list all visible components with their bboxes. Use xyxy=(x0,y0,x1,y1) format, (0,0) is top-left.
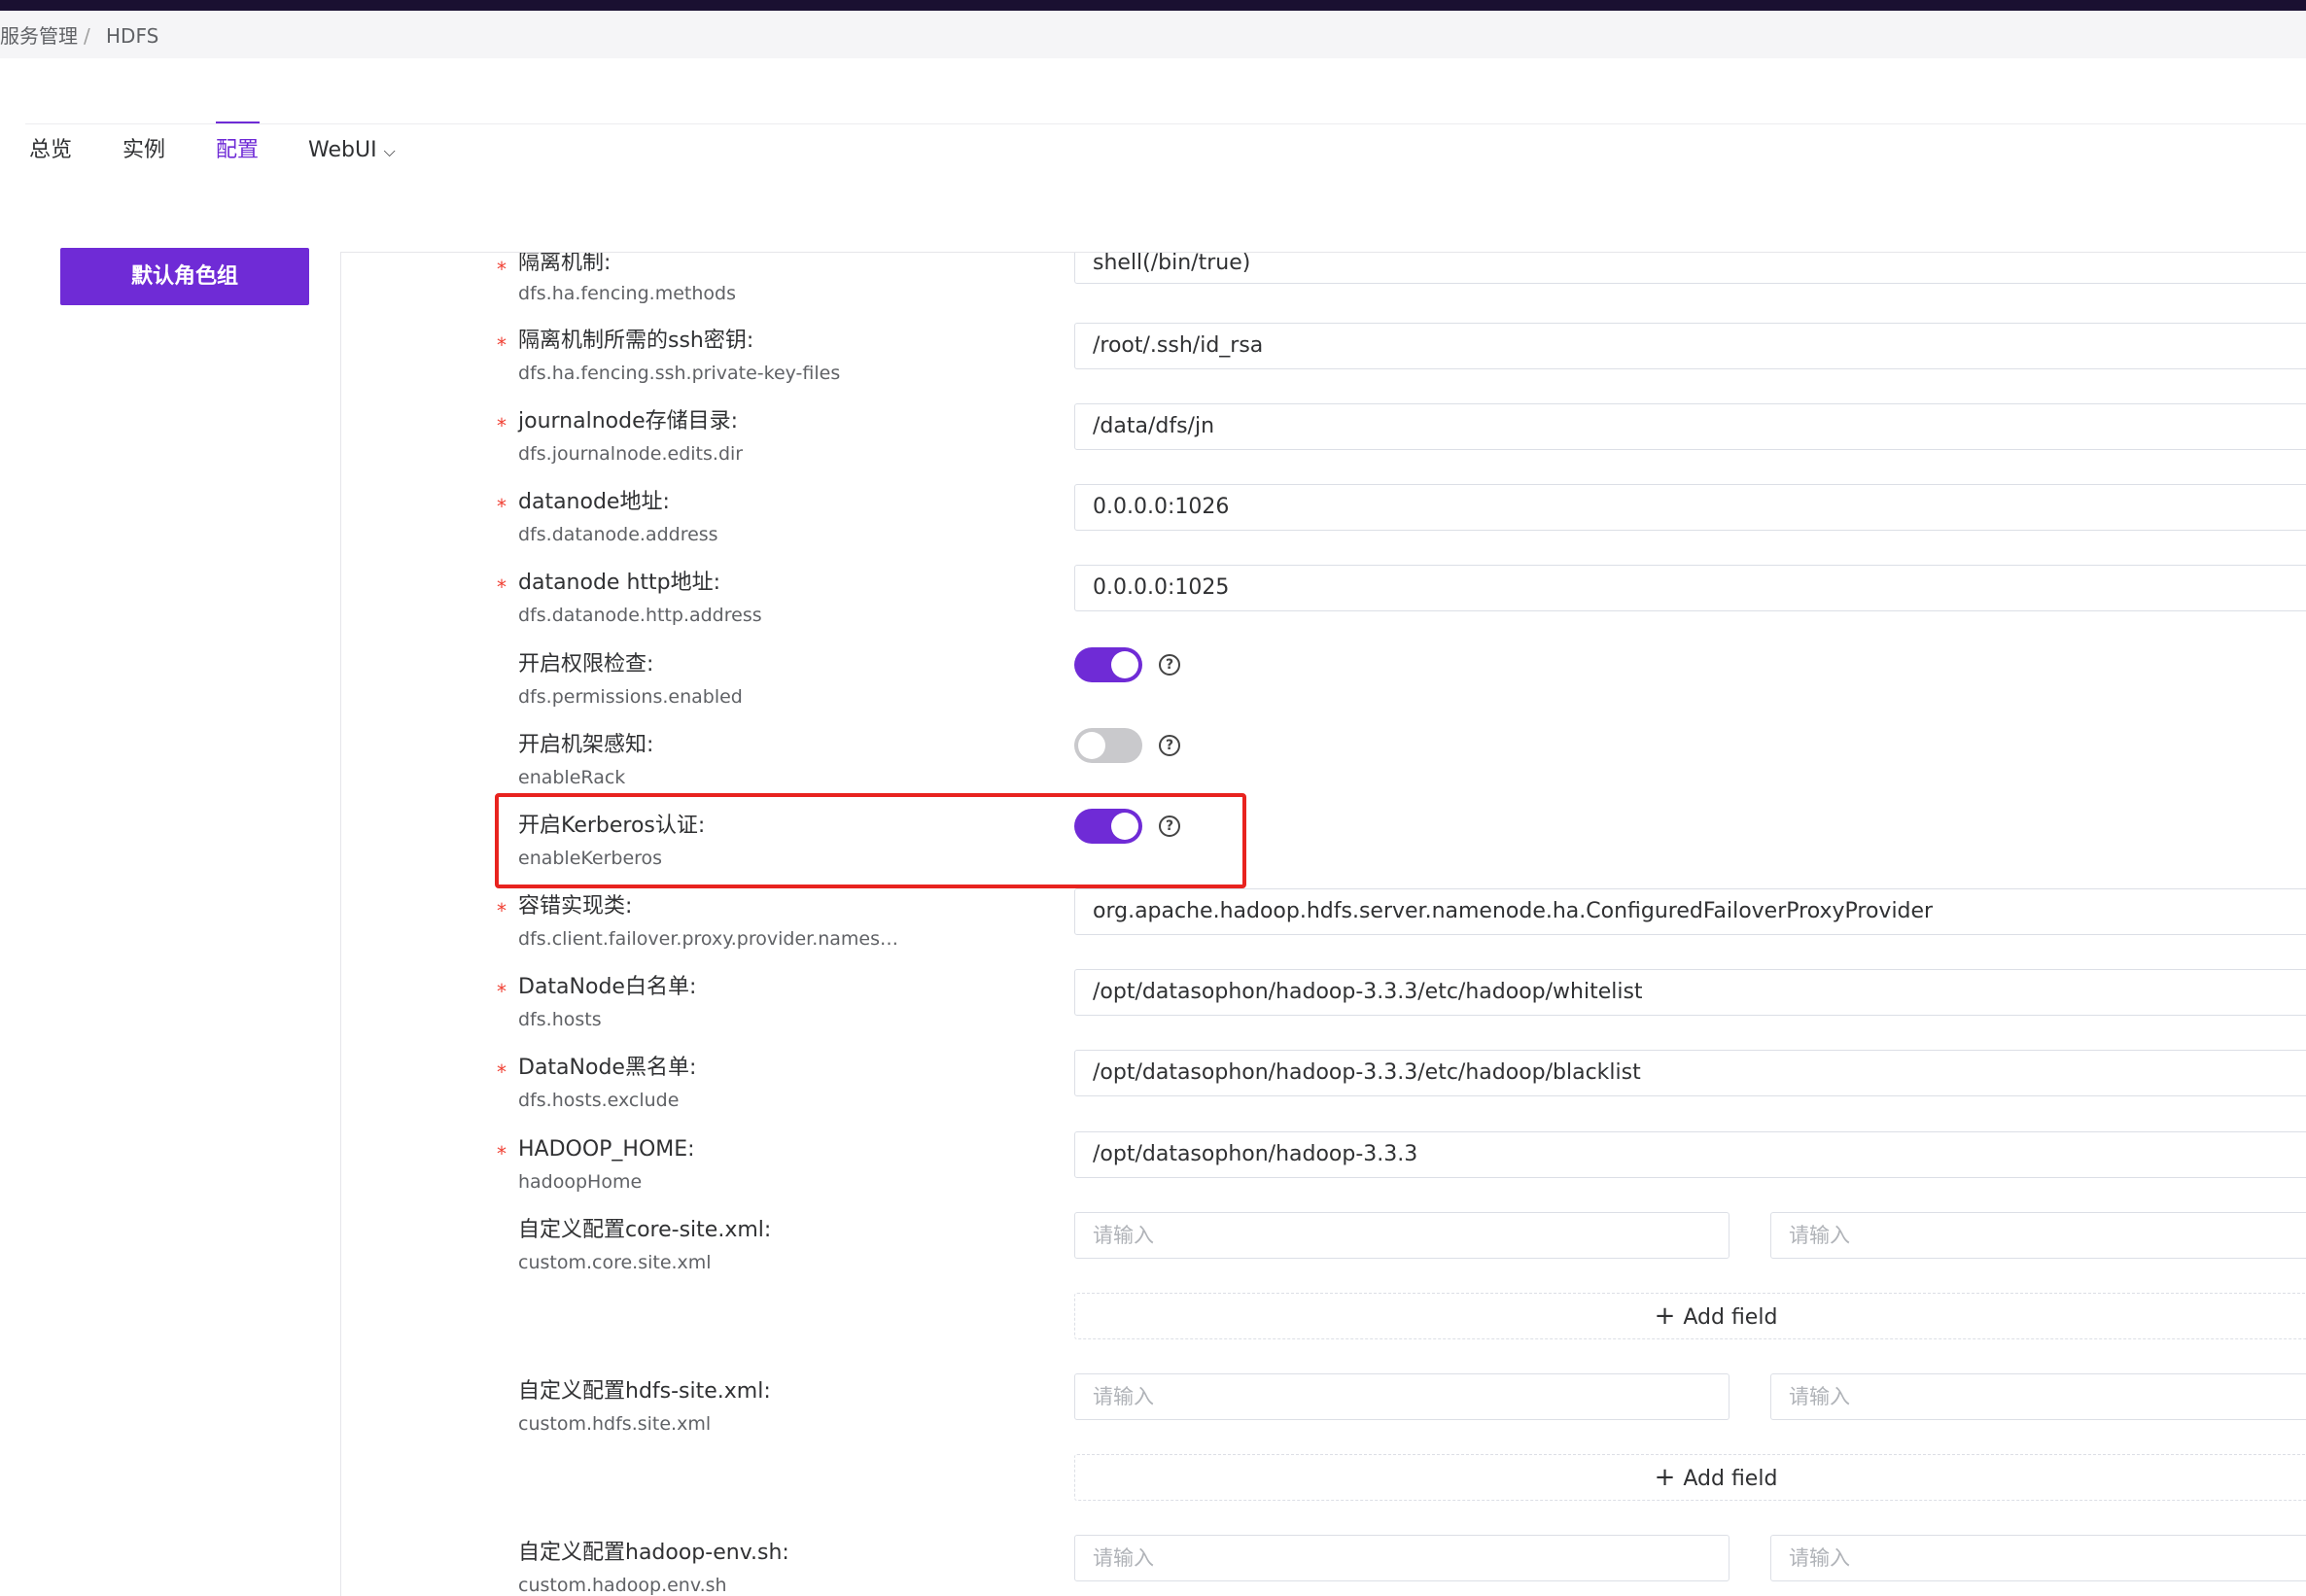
required-mark: * xyxy=(497,980,507,1003)
custom-hdfs-key-input[interactable]: 请输入 xyxy=(1074,1373,1730,1420)
blacklist-input[interactable]: /opt/datasophon/hadoop-3.3.3/etc/hadoop/… xyxy=(1074,1050,2306,1096)
config-key: custom.hadoop.env.sh xyxy=(518,1575,727,1596)
journalnode-input[interactable]: /data/dfs/jn xyxy=(1074,403,2306,450)
add-field-button[interactable]: + Add field xyxy=(1074,1293,2306,1339)
config-label: 开启权限检查: xyxy=(518,652,654,677)
config-label: journalnode存储目录: xyxy=(518,409,739,434)
add-field-label: Add field xyxy=(1683,1305,1778,1330)
custom-hdfs-value-input[interactable]: 请输入 xyxy=(1770,1373,2306,1420)
whitelist-input[interactable]: /opt/datasophon/hadoop-3.3.3/etc/hadoop/… xyxy=(1074,969,2306,1016)
tab-divider xyxy=(25,123,2306,124)
config-label: DataNode白名单: xyxy=(518,975,697,999)
tab-bar: 总览 实例 配置 WebUI ⌵ xyxy=(0,58,2306,162)
config-label: DataNode黑名单: xyxy=(518,1056,697,1080)
required-mark: * xyxy=(497,258,507,281)
hadoop-home-input[interactable]: /opt/datasophon/hadoop-3.3.3 xyxy=(1074,1131,2306,1178)
help-icon[interactable]: ? xyxy=(1159,735,1180,756)
config-label: 隔离机制: xyxy=(518,252,611,275)
add-field-button[interactable]: + Add field xyxy=(1074,1454,2306,1501)
config-label: 自定义配置hadoop-env.sh: xyxy=(518,1541,789,1565)
chevron-down-icon: ⌵ xyxy=(383,142,396,160)
config-label: datanode地址: xyxy=(518,490,670,514)
config-label: 自定义配置hdfs-site.xml: xyxy=(518,1379,771,1404)
breadcrumb-current: HDFS xyxy=(106,24,159,48)
kerberos-highlight-box xyxy=(495,793,1246,888)
top-bar xyxy=(0,0,2306,11)
config-form: * 隔离机制: dfs.ha.fencing.methods shell(/bi… xyxy=(340,252,2306,1596)
tab-config[interactable]: 配置 xyxy=(216,136,259,165)
tab-webui[interactable]: WebUI ⌵ xyxy=(308,136,396,166)
datanode-http-input[interactable]: 0.0.0.0:1025 xyxy=(1074,565,2306,611)
config-key: dfs.client.failover.proxy.provider.names… xyxy=(518,928,907,950)
required-mark: * xyxy=(497,1142,507,1165)
rack-toggle[interactable] xyxy=(1074,728,1142,763)
custom-env-value-input[interactable]: 请输入 xyxy=(1770,1535,2306,1581)
fencing-input[interactable]: shell(/bin/true) xyxy=(1074,253,2306,284)
config-key: hadoopHome xyxy=(518,1171,643,1193)
config-label: 开启机架感知: xyxy=(518,733,654,757)
toggle-knob xyxy=(1111,651,1138,678)
required-mark: * xyxy=(497,575,507,599)
required-mark: * xyxy=(497,1060,507,1084)
config-key: dfs.journalnode.edits.dir xyxy=(518,443,744,465)
config-key: dfs.datanode.address xyxy=(518,524,718,545)
config-label: 自定义配置core-site.xml: xyxy=(518,1218,772,1242)
custom-core-key-input[interactable]: 请输入 xyxy=(1074,1212,1730,1259)
add-field-label: Add field xyxy=(1683,1467,1778,1491)
custom-core-value-input[interactable]: 请输入 xyxy=(1770,1212,2306,1259)
plus-icon: + xyxy=(1654,1301,1676,1331)
default-role-group-button[interactable]: 默认角色组 xyxy=(60,248,309,305)
config-key: dfs.datanode.http.address xyxy=(518,605,762,626)
breadcrumb-parent[interactable]: 服务管理 xyxy=(0,24,78,48)
config-key: enableRack xyxy=(518,767,626,788)
ssh-key-input[interactable]: /root/.ssh/id_rsa xyxy=(1074,323,2306,369)
required-mark: * xyxy=(497,495,507,518)
breadcrumb: 服务管理 / HDFS xyxy=(0,11,2306,58)
config-key: custom.hdfs.site.xml xyxy=(518,1413,712,1435)
config-key: dfs.hosts xyxy=(518,1009,602,1030)
config-key: dfs.hosts.exclude xyxy=(518,1090,680,1111)
toggle-knob xyxy=(1078,732,1105,759)
help-icon[interactable]: ? xyxy=(1159,654,1180,676)
config-label: 隔离机制所需的ssh密钥: xyxy=(518,329,754,353)
required-mark: * xyxy=(497,414,507,437)
datanode-address-input[interactable]: 0.0.0.0:1026 xyxy=(1074,484,2306,531)
config-label: HADOOP_HOME: xyxy=(518,1137,695,1162)
breadcrumb-separator: / xyxy=(84,24,90,48)
tab-webui-label: WebUI xyxy=(308,138,377,162)
tab-instances[interactable]: 实例 xyxy=(122,136,165,165)
tab-overview[interactable]: 总览 xyxy=(29,136,72,165)
custom-env-key-input[interactable]: 请输入 xyxy=(1074,1535,1730,1581)
failover-input[interactable]: org.apache.hadoop.hdfs.server.namenode.h… xyxy=(1074,888,2306,935)
config-key: dfs.ha.fencing.ssh.private-key-files xyxy=(518,363,841,384)
required-mark: * xyxy=(497,899,507,922)
config-key: dfs.ha.fencing.methods xyxy=(518,283,736,304)
required-mark: * xyxy=(497,333,507,357)
plus-icon: + xyxy=(1654,1463,1676,1492)
config-key: custom.core.site.xml xyxy=(518,1252,712,1273)
config-label: 容错实现类: xyxy=(518,894,633,919)
permissions-toggle[interactable] xyxy=(1074,647,1142,682)
config-label: datanode http地址: xyxy=(518,571,721,595)
config-key: dfs.permissions.enabled xyxy=(518,686,743,708)
